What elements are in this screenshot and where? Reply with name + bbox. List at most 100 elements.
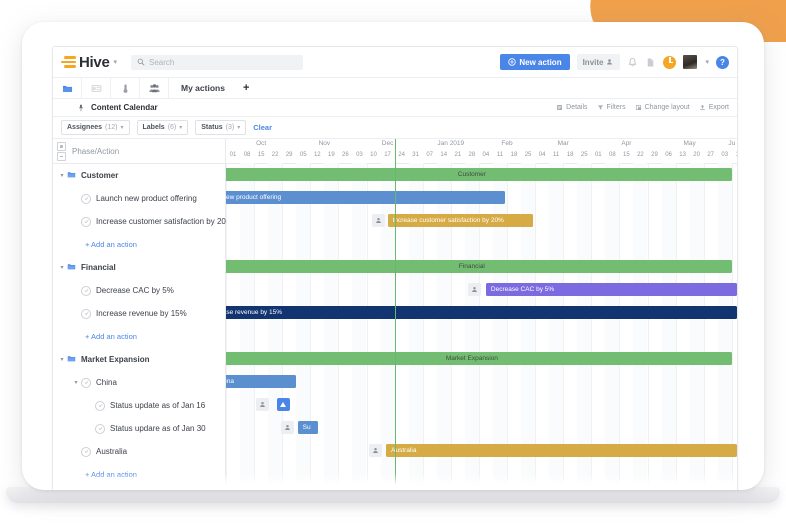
status-check-icon[interactable] (81, 377, 91, 388)
gantt-task-bar[interactable]: China (226, 375, 296, 388)
tree-action-row[interactable]: ▾ China (53, 371, 225, 394)
tree-action-row[interactable]: Increase customer satisfaction by 20% (53, 210, 233, 233)
nav-folder-button[interactable] (53, 78, 82, 98)
chevron-down-icon[interactable]: ▾ (114, 58, 118, 66)
status-check-icon[interactable] (95, 423, 105, 434)
pin-icon[interactable] (77, 104, 85, 112)
gantt-phase-bar[interactable]: Market Expansion (226, 352, 732, 365)
export-icon (699, 104, 705, 111)
chevron-down-icon[interactable]: ▾ (57, 172, 67, 179)
gantt-task-bar[interactable]: Decrease CAC by 5% (485, 283, 737, 296)
folder-icon (67, 262, 76, 273)
details-button[interactable]: Details (556, 104, 588, 111)
clock-avatar-icon[interactable] (663, 55, 677, 69)
chevron-down-icon[interactable]: ▾ (71, 379, 81, 386)
tree-header: Phase/Action (53, 139, 225, 164)
tree-row-label: Increase customer satisfaction by 20% (96, 217, 233, 226)
chevron-down-icon[interactable]: ▾ (57, 356, 67, 363)
new-action-button[interactable]: New action (500, 54, 570, 70)
assignee-avatar-icon[interactable] (369, 444, 383, 457)
assignee-avatar-icon[interactable] (255, 398, 269, 411)
gantt-row (226, 485, 737, 487)
day-label: 26 (342, 152, 349, 158)
card-icon (91, 84, 101, 92)
folder-icon (67, 356, 76, 362)
folder-icon (62, 85, 72, 92)
avatar-chevron-down-icon[interactable]: ▾ (705, 58, 709, 66)
status-check-icon[interactable] (95, 400, 105, 411)
laptop-frame: Hive ▾ Search New action Invite ▾ ? My a… (22, 22, 764, 490)
tree-phase-row[interactable]: ▾ Financial (53, 256, 225, 279)
tree-phase-row[interactable]: ▾ Market Expansion (53, 348, 225, 371)
change-layout-button[interactable]: Change layout (635, 104, 690, 111)
expand-all-icon[interactable] (57, 141, 66, 151)
invite-button[interactable]: Invite (576, 54, 621, 70)
details-icon (557, 105, 563, 110)
tree-action-row[interactable]: Status update as of Jan 16 (53, 394, 225, 417)
gantt-task-bar[interactable]: Australia (386, 444, 737, 457)
add-action-link[interactable]: + Add an action (85, 332, 137, 341)
gantt-row (226, 393, 737, 416)
status-check-icon[interactable] (81, 285, 91, 296)
clear-filters-button[interactable]: Clear (253, 123, 272, 132)
user-avatar[interactable] (683, 55, 698, 69)
filters-button[interactable]: Filters (597, 104, 626, 111)
assignee-avatar-icon[interactable] (372, 214, 386, 227)
tab-my-actions[interactable]: My actions (169, 78, 237, 98)
status-check-icon[interactable] (81, 446, 91, 457)
status-check-icon[interactable] (81, 308, 91, 319)
nav-team-button[interactable] (140, 78, 169, 98)
filters-label: Filters (606, 104, 626, 111)
tree-phase-row[interactable]: ▾People (53, 486, 225, 490)
chevron-down-icon[interactable]: ▾ (57, 264, 67, 271)
gantt-task-bar[interactable]: Su (297, 421, 319, 434)
project-bar: Content Calendar Details Filters Change … (53, 99, 737, 117)
collapse-all-icon[interactable] (57, 151, 66, 161)
tree-action-row[interactable]: Status updare as of Jan 30 (53, 417, 225, 440)
status-check-icon[interactable] (81, 193, 91, 204)
tree-action-row[interactable]: Australia (53, 440, 225, 463)
status-check-icon[interactable] (81, 216, 91, 227)
gantt-task-bar[interactable]: h new product offering (226, 191, 505, 204)
file-icon[interactable] (645, 57, 656, 68)
add-tab-button[interactable]: + (237, 78, 255, 98)
tree-add-action-row[interactable]: + Add an action (53, 233, 225, 256)
gantt-view: Phase/Action ▾ Customer Launch new product… (53, 139, 737, 487)
tree-phase-row[interactable]: ▾ Customer (53, 164, 225, 187)
gantt-task-bar[interactable]: Increase customer satisfaction by 20% (387, 214, 534, 227)
day-label: 11 (496, 152, 504, 158)
bell-icon[interactable] (627, 57, 638, 68)
gantt-phase-bar[interactable]: Customer (226, 168, 732, 181)
new-action-label: New action (519, 57, 562, 67)
filter-chip-labels[interactable]: Labels (6) ▾ (136, 120, 189, 135)
gantt-task-bar[interactable]: rease revenue by 15% (226, 306, 737, 319)
tree-action-row[interactable]: Decrease CAC by 5% (53, 279, 225, 302)
filter-chip-status[interactable]: Status (3) ▾ (195, 120, 247, 135)
add-action-link[interactable]: + Add an action (85, 470, 137, 479)
gantt-phase-bar[interactable]: Financial (226, 260, 732, 273)
assignee-avatar-icon[interactable] (467, 283, 481, 296)
help-icon[interactable]: ? (716, 55, 729, 69)
search-input[interactable]: Search (131, 54, 304, 70)
layout-icon (635, 104, 641, 111)
tree-add-action-row[interactable]: + Add an action (53, 325, 225, 348)
day-label: 22 (271, 152, 279, 158)
tree-action-row[interactable]: Launch new product offering (53, 187, 225, 210)
day-label: 19 (328, 152, 335, 158)
export-button[interactable]: Export (699, 104, 729, 111)
tree-action-row[interactable]: Increase revenue by 15% (53, 302, 225, 325)
change-layout-label: Change layout (644, 104, 690, 111)
milestone-marker[interactable] (276, 398, 290, 411)
project-tools: Details Filters Change layout Export (556, 104, 737, 111)
workspace-nav: My actions + (53, 78, 737, 99)
nav-card-button[interactable] (82, 78, 111, 98)
add-action-link[interactable]: + Add an action (85, 240, 137, 249)
tree-add-action-row[interactable]: + Add an action (53, 463, 225, 486)
filter-chip-assignees[interactable]: Assignees (12) ▾ (61, 120, 130, 135)
brand-logo[interactable]: Hive ▾ (61, 54, 117, 71)
nav-thermometer-button[interactable] (111, 78, 140, 98)
assignee-avatar-icon[interactable] (280, 421, 294, 434)
day-label: 17 (384, 152, 391, 158)
tree-row-label: Decrease CAC by 5% (96, 286, 174, 295)
day-label: 20 (693, 152, 700, 158)
